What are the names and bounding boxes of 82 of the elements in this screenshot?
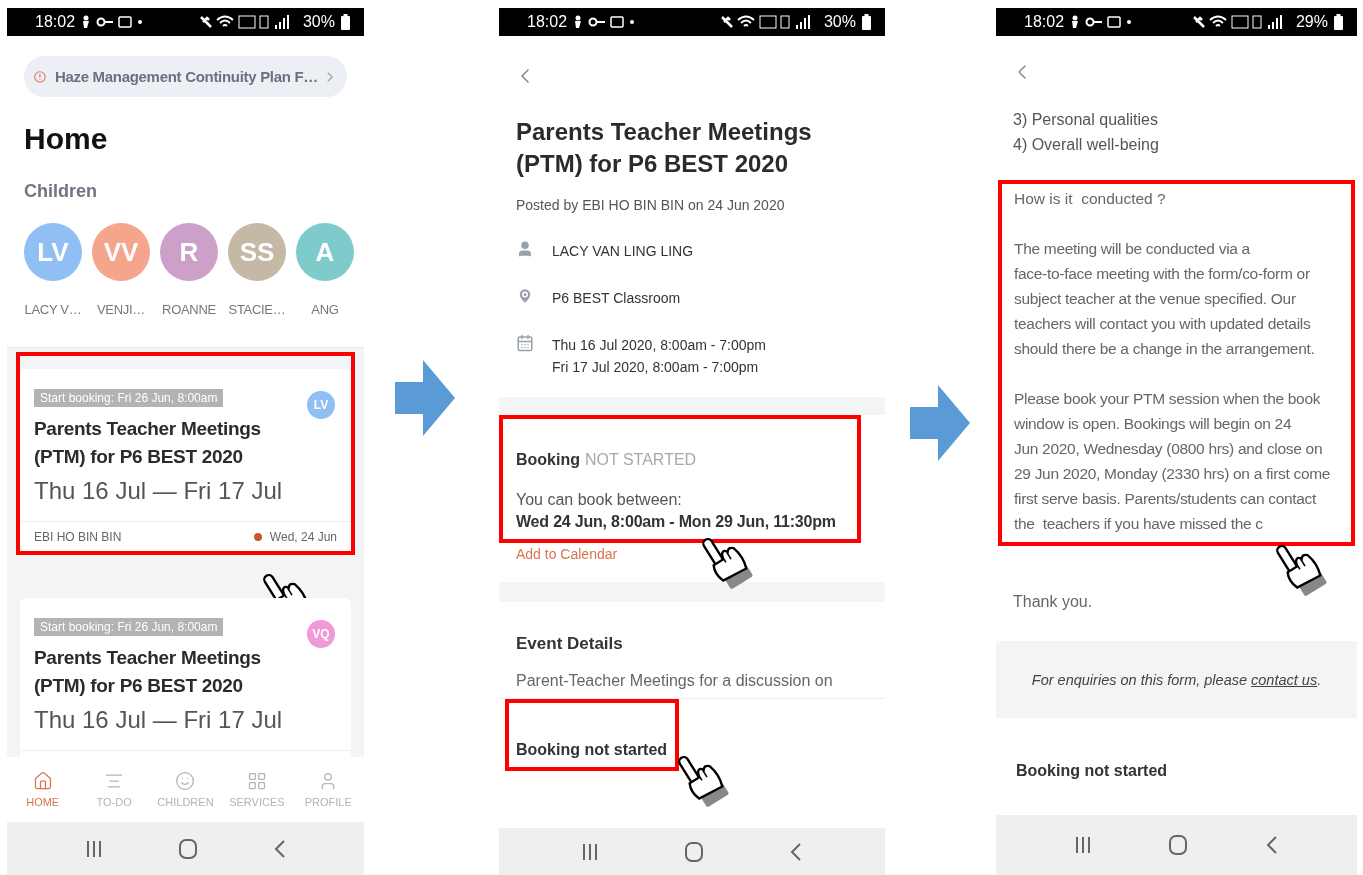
description-paragraph: The meeting will be conducted via a face-to-face meeting with the form/co-form or subject teacher at the venue specified. Our teachers will contact you with updated details should there be a change in the arrangement. — [1014, 239, 1316, 359]
clock-time: 18:02 — [527, 13, 568, 31]
clock-time: 18:02 — [35, 13, 76, 31]
author-name: EBI HO BIN BIN — [34, 529, 122, 544]
closing-text: Thank you. — [1013, 592, 1094, 612]
home-icon[interactable] — [178, 838, 197, 859]
page-title: Home — [24, 121, 109, 157]
calendar-icon — [516, 334, 534, 352]
child-avatar[interactable]: SS — [228, 223, 286, 281]
add-to-calendar-link[interactable]: Add to Calendar — [516, 543, 618, 565]
back-icon[interactable] — [789, 841, 802, 862]
child-name: VENJI… — [96, 301, 145, 319]
clock-time: 18:02 — [1024, 13, 1065, 31]
nav-icon — [32, 771, 53, 791]
unread-dot — [253, 532, 262, 541]
event-card[interactable]: Start booking: Fri 26 Jun, 8:00am VQ Parents Teacher Meetings (PTM) for P6 BEST 2020 Thu 16 Jul — Fri 17 Jul — [20, 598, 351, 757]
back-icon[interactable] — [273, 838, 286, 859]
child-name: LACY V… — [24, 301, 82, 319]
notification-icons-drawing — [573, 15, 636, 29]
announcement-banner[interactable]: Haze Management Continuity Plan F… — [24, 56, 347, 97]
child-avatar[interactable]: A — [296, 223, 354, 281]
venue-text: P6 BEST Classroom — [552, 289, 681, 308]
booking-window: Wed 24 Jun, 8:00am - Mon 29 Jun, 11:30pm — [516, 511, 847, 533]
nav-tab[interactable]: TO-DO — [83, 771, 146, 808]
home-icon[interactable] — [685, 841, 703, 862]
child-name: STACIE… — [228, 301, 286, 319]
booking-status-text: Booking not started — [1016, 761, 1168, 781]
nav-icon — [175, 771, 196, 791]
enquiry-text: For enquiries on this form, please contact us. — [1031, 671, 1322, 688]
booking-tag: Start booking: Fri 26 Jun, 8:00am — [34, 618, 224, 636]
child-avatar: LV — [307, 391, 335, 419]
child-name: ANG — [311, 301, 339, 319]
booking-status: NOT STARTED — [585, 450, 697, 470]
battery-percentage: 30% — [302, 13, 335, 31]
recent-apps-icon[interactable] — [1075, 836, 1092, 854]
event-times: Thu 16 Jul 2020, 8:00am - 7:00pm Fri 17 Jul 2020, 8:00am - 7:00pm — [552, 336, 767, 377]
home-icon[interactable] — [1169, 835, 1188, 855]
nav-tab[interactable]: HOME — [11, 771, 74, 808]
battery-icon — [1334, 14, 1343, 30]
event-title: Parents Teacher Meetings (PTM) for P6 BEST 2020 — [34, 646, 262, 698]
nav-icon — [246, 771, 267, 791]
child-avatar: VQ — [307, 620, 335, 648]
event-card[interactable]: Start booking: Fri 26 Jun, 8:00am LV Parents Teacher Meetings (PTM) for P6 BEST 2020 Thu 16 Jul — Fri 17 Jul EBI HO BIN BIN Wed, 24 Jun — [20, 369, 351, 551]
event-title: Parents Teacher Meetings (PTM) for P6 BEST 2020 — [34, 417, 262, 469]
battery-icon — [341, 14, 350, 30]
booking-intro: You can book between: — [516, 490, 683, 510]
nav-tab[interactable]: PROFILE — [297, 771, 360, 808]
post-date: Wed, 24 Jun — [269, 529, 337, 544]
chevron-right-icon — [327, 69, 333, 84]
posted-by-text: Posted by EBI HO BIN BIN on 24 Jun 2020 — [516, 196, 786, 215]
event-title: Parents Teacher Meetings (PTM) for P6 BEST 2020 — [516, 117, 813, 179]
nav-tab[interactable]: CHILDREN — [154, 771, 217, 808]
section-heading: Event Details — [516, 633, 624, 655]
description-paragraph: Please book your PTM session when the book window is open. Bookings will begin on 24 Jun 2020, Wednesday (0800 hrs) and close on 29 Jun 2020, Monday (2330 hrs) on a first come first serve basis. Parents/students can contact the teachers if you have missed the c — [1014, 389, 1332, 534]
child-avatar[interactable]: R — [160, 223, 218, 281]
booking-status-text: Booking not started — [516, 740, 668, 760]
child-avatar[interactable]: VV — [92, 223, 150, 281]
event-dates: Thu 16 Jul — Fri 17 Jul — [34, 476, 284, 506]
booking-tag: Start booking: Fri 26 Jun, 8:00am — [34, 389, 224, 407]
description-list: 3) Personal qualities 4) Overall well-being — [1013, 107, 1340, 157]
event-dates: Thu 16 Jul — Fri 17 Jul — [34, 705, 284, 735]
event-description: Parent-Teacher Meetings for a discussion on — [516, 671, 834, 691]
back-icon[interactable] — [1265, 835, 1278, 855]
nav-tab[interactable]: SERVICES — [225, 771, 288, 808]
battery-percentage: 30% — [823, 13, 856, 31]
notification-icons-drawing — [81, 15, 144, 29]
booking-label: Booking — [516, 450, 580, 470]
location-pin-icon — [516, 287, 534, 305]
recent-apps-icon[interactable] — [582, 842, 599, 861]
person-icon — [516, 240, 534, 258]
notification-icons-drawing — [1070, 15, 1133, 29]
battery-icon — [862, 14, 871, 30]
recent-apps-icon[interactable] — [85, 839, 102, 858]
child-avatar[interactable]: LV — [24, 223, 82, 281]
section-label: Children — [24, 180, 98, 203]
student-name: LACY VAN LING LING — [552, 242, 694, 261]
right-arrow-icon — [395, 360, 455, 436]
right-arrow-icon — [910, 385, 970, 461]
section-heading: How is it conducted ? — [1014, 189, 1167, 209]
child-name: ROANNE — [162, 301, 216, 319]
info-icon — [34, 68, 46, 85]
battery-percentage: 29% — [1295, 13, 1328, 31]
